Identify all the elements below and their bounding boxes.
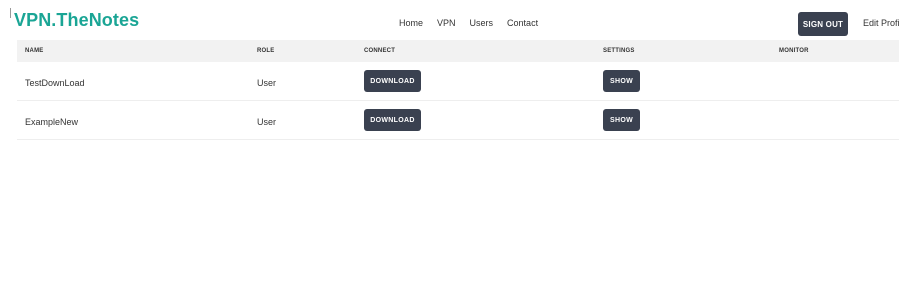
brand-logo[interactable]: VPN.TheNotes (14, 10, 139, 31)
row-role: User (257, 117, 277, 127)
nav-vpn[interactable]: VPN (437, 18, 456, 28)
download-button[interactable]: DOWNLOAD (364, 109, 421, 131)
header-settings: SETTINGS (603, 48, 635, 54)
table-row: TestDownLoad User DOWNLOAD SHOW (17, 62, 899, 101)
header-name: NAME (25, 48, 44, 54)
row-name: ExampleNew (25, 117, 79, 127)
edit-profile-link[interactable]: Edit Profile (863, 18, 899, 28)
sign-out-button[interactable]: SIGN OUT (798, 12, 848, 36)
download-button[interactable]: DOWNLOAD (364, 70, 421, 92)
row-role: User (257, 78, 277, 88)
header-monitor: MONITOR (779, 48, 809, 54)
table-header: NAME ROLE CONNECT SETTINGS MONITOR (17, 40, 899, 62)
show-settings-button[interactable]: SHOW (603, 109, 640, 131)
nav-users[interactable]: Users (470, 18, 494, 28)
nav-contact[interactable]: Contact (507, 18, 538, 28)
header-connect: CONNECT (364, 48, 396, 54)
header-role: ROLE (257, 48, 275, 54)
left-edge-divider (10, 8, 11, 18)
row-name: TestDownLoad (25, 78, 85, 88)
main-nav: Home VPN Users Contact (399, 18, 552, 28)
nav-home[interactable]: Home (399, 18, 423, 28)
table-row: ExampleNew User DOWNLOAD SHOW (17, 101, 899, 140)
users-table: NAME ROLE CONNECT SETTINGS MONITOR TestD… (17, 40, 899, 140)
show-settings-button[interactable]: SHOW (603, 70, 640, 92)
